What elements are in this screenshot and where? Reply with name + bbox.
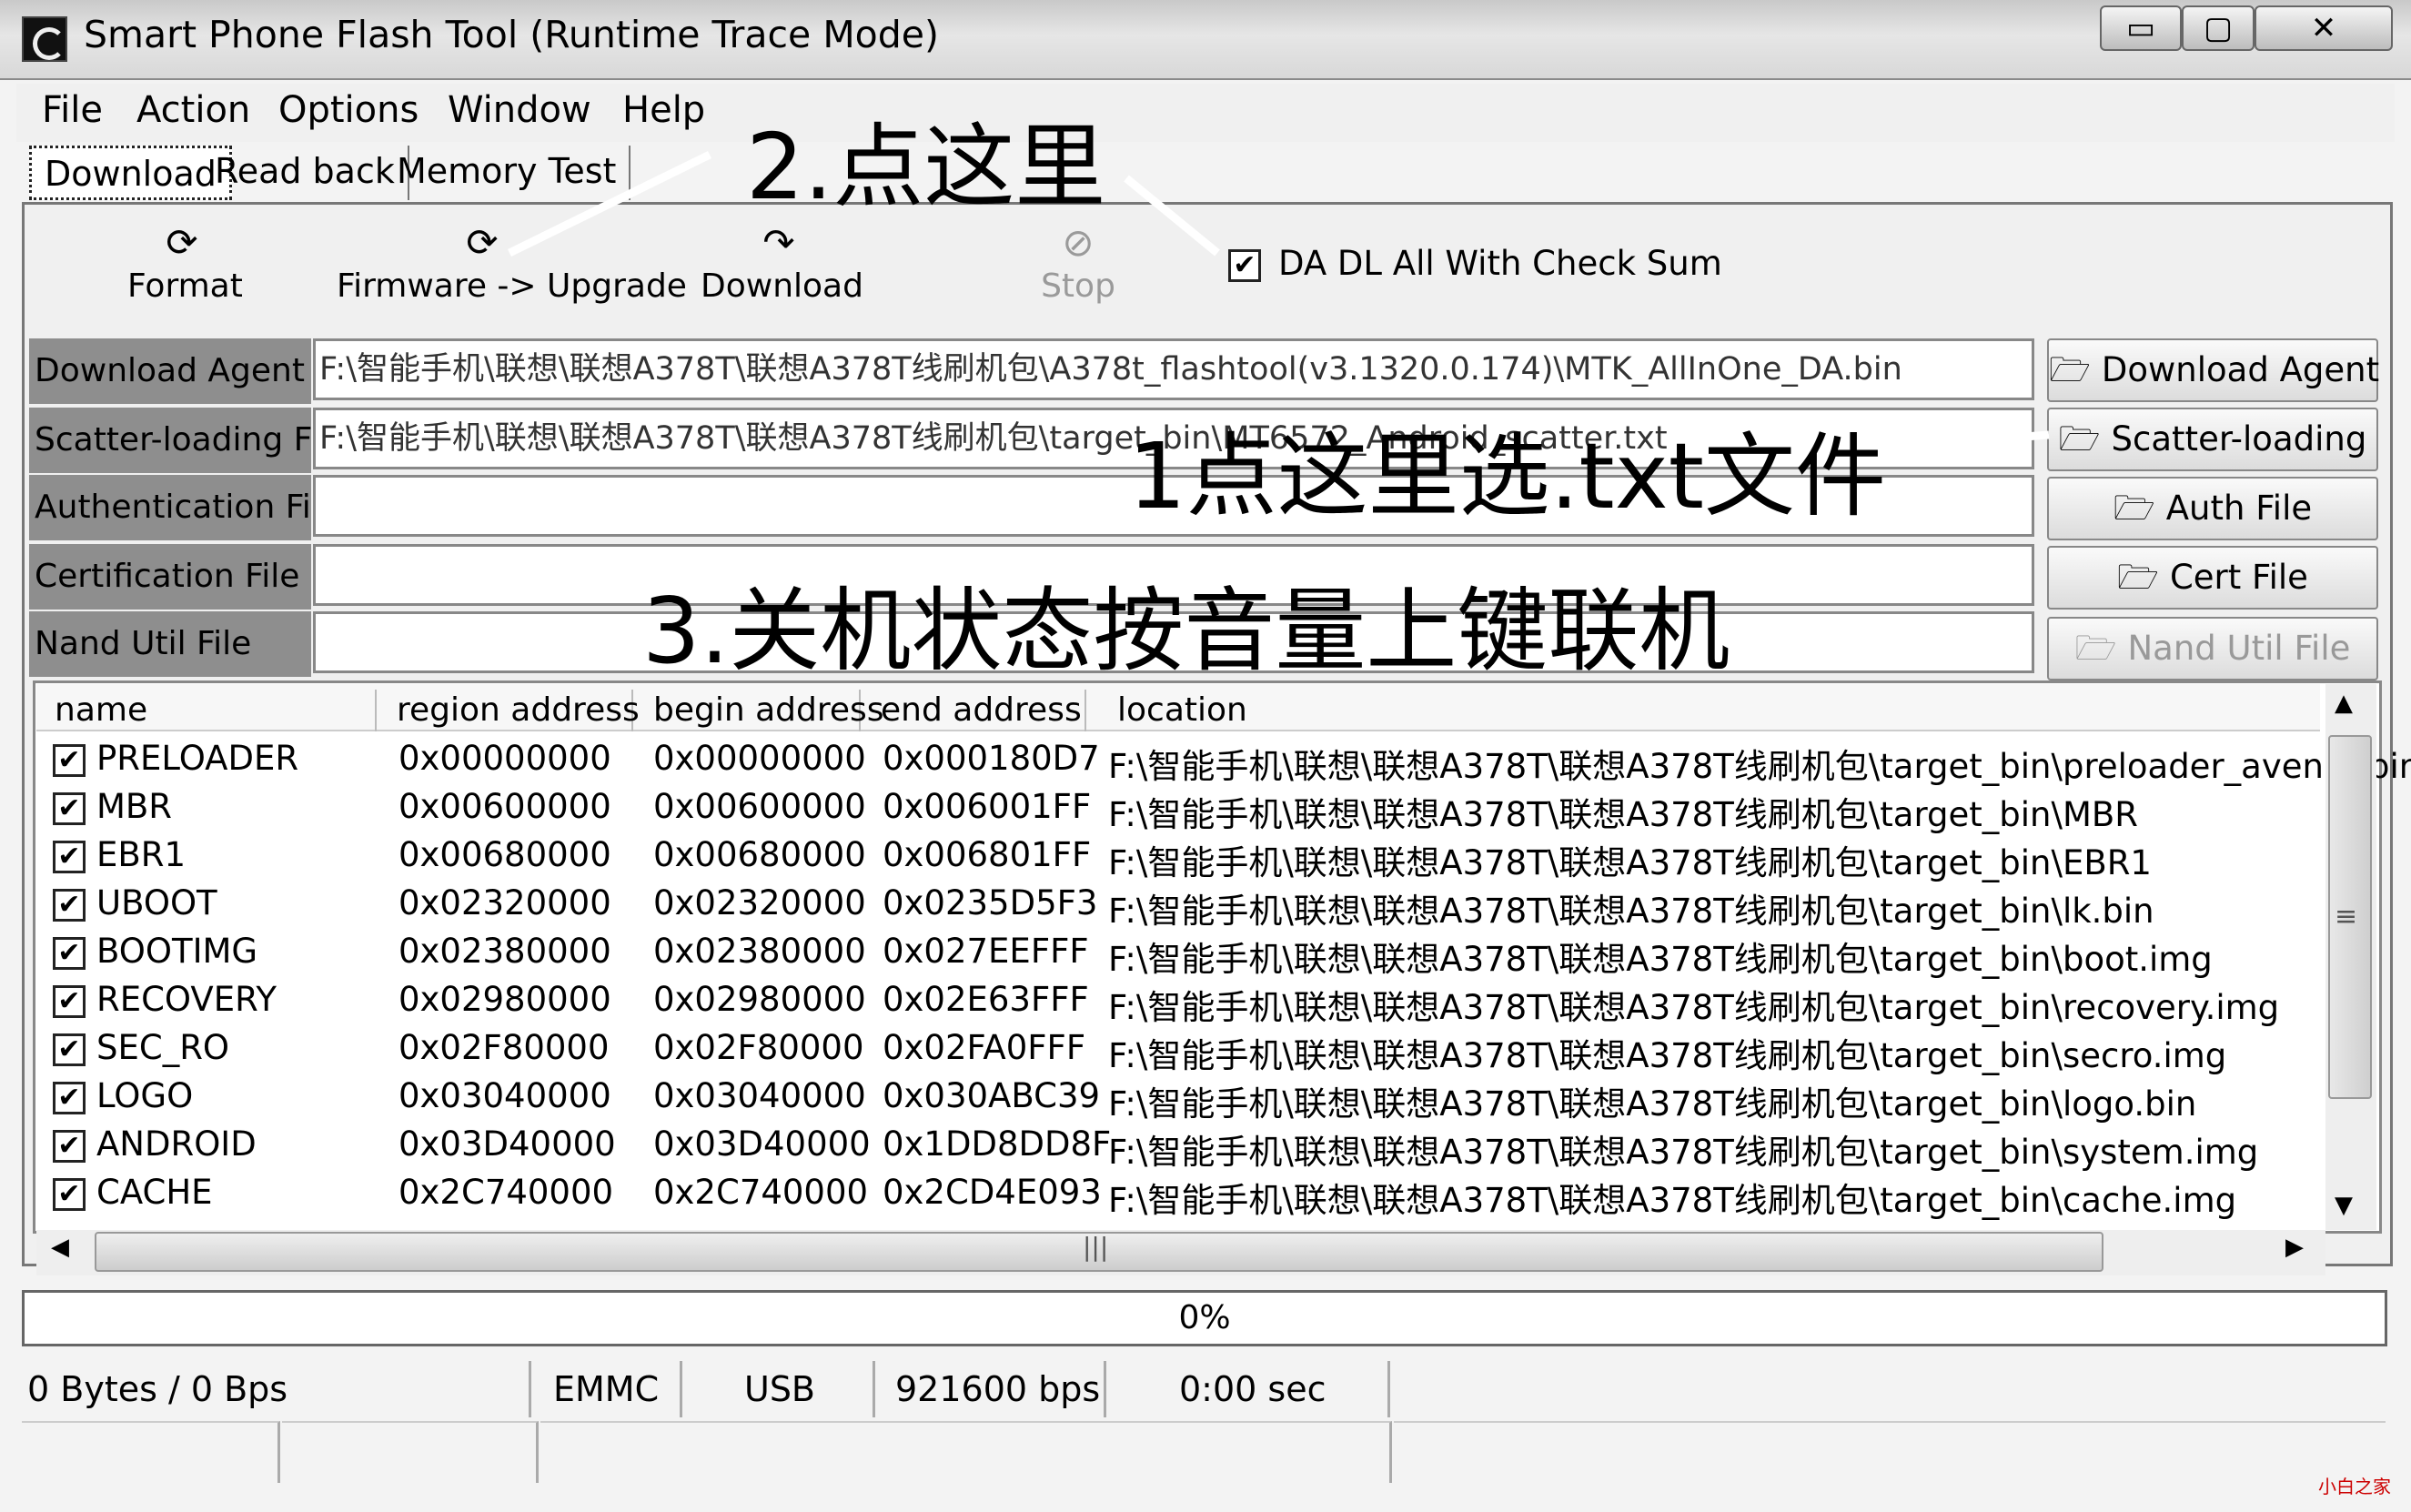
annotation-lines	[508, 150, 2050, 450]
annotation-step-2: 2.点这里	[746, 114, 1106, 220]
watermark-logo: 小白之家	[2318, 1476, 2391, 1497]
annotation-step-1: 1点这里选.txt文件	[1128, 423, 1887, 529]
annotation-step-3: 3.关机状态按音量上键联机	[642, 578, 1730, 684]
